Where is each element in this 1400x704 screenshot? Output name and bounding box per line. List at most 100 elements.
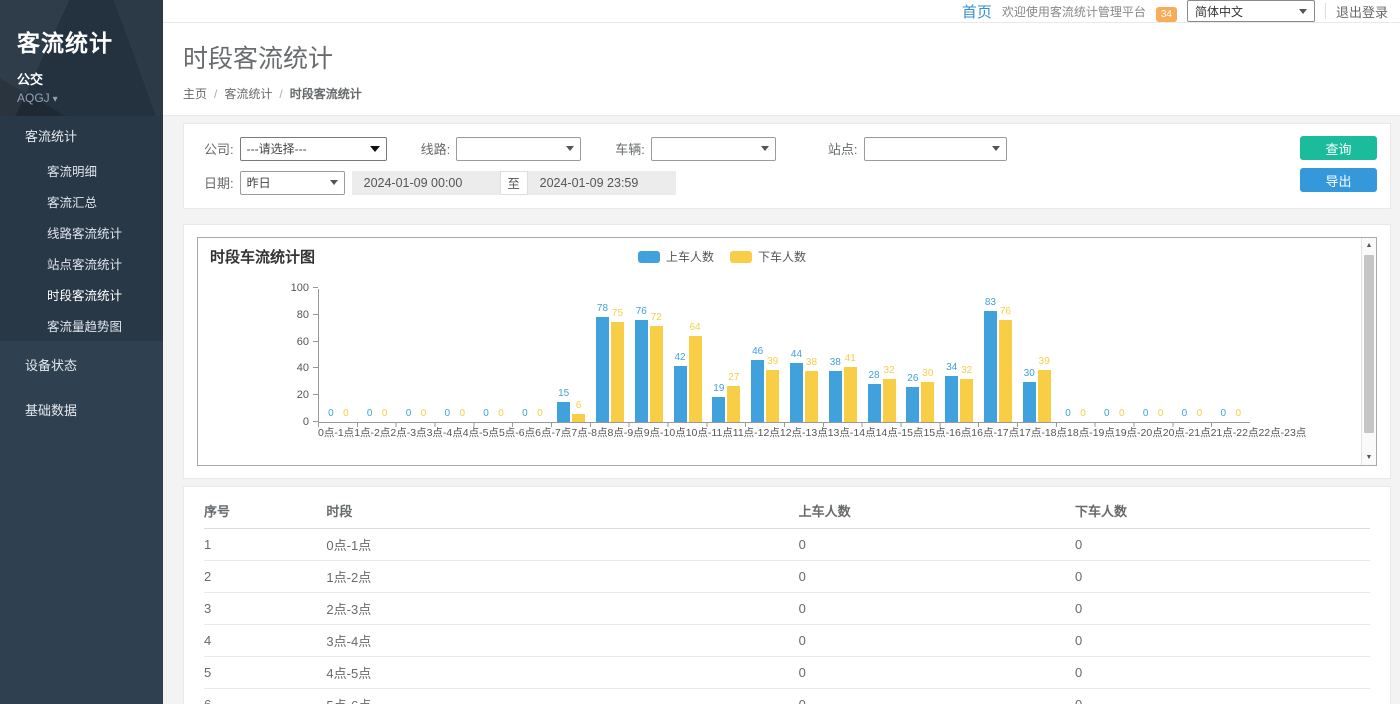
x-axis-label: 9点-10点 — [644, 427, 686, 440]
bar: 39 — [1038, 370, 1051, 422]
date-from-input[interactable]: 2024-01-09 00:00 — [352, 171, 500, 195]
x-axis-label: 3点-4点 — [427, 427, 463, 440]
table-body: 10点-1点0021点-2点0032点-3点0043点-4点0054点-5点00… — [204, 529, 1370, 704]
org-code-dropdown[interactable]: AQGJ▾ — [17, 91, 163, 105]
chart-plot: 0204060801000000000000001567875767242641… — [318, 289, 1250, 423]
bar-value-label: 0 — [1197, 408, 1203, 419]
table-cell: 0 — [799, 657, 1075, 689]
bar-value-label: 75 — [612, 308, 623, 319]
bar-value-label: 76 — [1000, 306, 1011, 317]
bar-value-label: 0 — [328, 408, 334, 419]
x-axis-label: 8点-9点 — [608, 427, 644, 440]
table-row: 43点-4点00 — [204, 625, 1370, 657]
sidebar-item[interactable]: 客流统计 — [0, 116, 163, 155]
breadcrumb-link[interactable]: 客流统计 — [224, 85, 272, 102]
bar-value-label: 0 — [445, 408, 451, 419]
topbar-divider — [1325, 3, 1326, 19]
chart-scrollbar[interactable]: ▲ ▼ — [1361, 238, 1376, 465]
chart-box: 时段车流统计图 上车人数下车人数 02040608010000000000000… — [197, 237, 1377, 466]
x-axis-label: 12点-13点 — [780, 427, 828, 440]
export-button[interactable]: 导出 — [1300, 168, 1377, 192]
table-header-cell: 时段 — [326, 491, 798, 529]
bar: 46 — [751, 360, 764, 422]
search-button[interactable]: 查询 — [1300, 136, 1377, 160]
page-heading: 时段客流统计 主页/客流统计/时段客流统计 — [163, 23, 1400, 116]
vehicle-select[interactable] — [651, 137, 776, 161]
table-cell: 0 — [799, 625, 1075, 657]
bar-value-label: 0 — [343, 408, 349, 419]
scroll-down-icon[interactable]: ▼ — [1362, 450, 1376, 465]
bar-value-label: 19 — [713, 383, 724, 394]
table-cell: 2点-3点 — [326, 593, 798, 625]
table-cell: 4 — [204, 625, 326, 657]
table-row: 10点-1点00 — [204, 529, 1370, 561]
x-axis-label: 11点-12点 — [733, 427, 780, 440]
sidebar-subitem[interactable]: 客流量趋势图 — [0, 310, 163, 341]
chevron-down-icon — [566, 146, 574, 151]
x-axis-label: 22点-23点 — [1258, 427, 1306, 440]
y-axis-tick — [313, 421, 318, 422]
bar-group: 00 — [397, 289, 436, 422]
sidebar-item[interactable]: 基础数据 — [0, 388, 163, 431]
bar-group: 00 — [1211, 289, 1250, 422]
bar-group: 4264 — [668, 289, 707, 422]
logout-link[interactable]: 退出登录 — [1336, 2, 1388, 21]
table-cell: 5 — [204, 657, 326, 689]
x-axis-label: 15点-16点 — [923, 427, 971, 440]
bar: 75 — [611, 322, 624, 423]
bar: 15 — [557, 402, 570, 422]
table-cell: 6 — [204, 689, 326, 704]
sidebar-subitem[interactable]: 客流明细 — [0, 155, 163, 186]
app-title: 客流统计 — [17, 24, 163, 58]
notification-badge[interactable]: 34 — [1156, 7, 1177, 22]
breadcrumb-link[interactable]: 主页 — [183, 85, 207, 102]
bar: 44 — [790, 363, 803, 422]
x-axis-label: 7点-8点 — [571, 427, 607, 440]
table-cell: 3点-4点 — [326, 625, 798, 657]
scrollbar-thumb[interactable] — [1364, 255, 1374, 433]
org-name: 公交 — [17, 69, 163, 88]
bar: 34 — [945, 376, 958, 422]
y-axis-label: 60 — [297, 336, 309, 348]
bar-group: 00 — [358, 289, 397, 422]
station-label: 站点: — [828, 139, 858, 158]
language-select[interactable]: 简体中文 — [1187, 0, 1315, 22]
table-cell: 5点-6点 — [326, 689, 798, 704]
sidebar-subitem[interactable]: 时段客流统计 — [0, 279, 163, 310]
bar: 76 — [635, 320, 648, 422]
table-row: 21点-2点00 — [204, 561, 1370, 593]
bar-value-label: 39 — [767, 356, 778, 367]
language-select-value: 简体中文 — [1195, 3, 1243, 20]
filter-row-1: 公司: ---请选择--- 线路: 车辆: 站点: — [204, 136, 1376, 161]
sidebar-subitem[interactable]: 客流汇总 — [0, 186, 163, 217]
scroll-up-icon[interactable]: ▲ — [1362, 238, 1376, 253]
bar-value-label: 0 — [367, 408, 373, 419]
bar: 76 — [999, 320, 1012, 422]
content: 公司: ---请选择--- 线路: 车辆: 站点: — [163, 116, 1400, 704]
company-select[interactable]: ---请选择--- — [240, 137, 387, 161]
vehicle-label: 车辆: — [615, 139, 645, 158]
chart-legend: 上车人数下车人数 — [198, 248, 1246, 265]
home-link[interactable]: 首页 — [962, 1, 992, 22]
sidebar-subitem[interactable]: 线路客流统计 — [0, 217, 163, 248]
bar: 19 — [712, 397, 725, 422]
bar-value-label: 30 — [922, 368, 933, 379]
x-axis-label: 6点-7点 — [535, 427, 571, 440]
station-select[interactable] — [864, 137, 1007, 161]
date-preset-select[interactable]: 昨日 — [240, 171, 345, 195]
table-row: 54点-5点00 — [204, 657, 1370, 689]
sidebar-item[interactable]: 设备状态 — [0, 343, 163, 386]
chevron-down-icon — [370, 146, 380, 152]
table-row: 32点-3点00 — [204, 593, 1370, 625]
data-table: 序号时段上车人数下车人数 10点-1点0021点-2点0032点-3点0043点… — [204, 491, 1370, 704]
date-to-input[interactable]: 2024-01-09 23:59 — [528, 171, 676, 195]
bar-group: 3841 — [823, 289, 862, 422]
sidebar-subitem[interactable]: 站点客流统计 — [0, 248, 163, 279]
bar-value-label: 64 — [690, 322, 701, 333]
table-cell: 0 — [799, 561, 1075, 593]
bar: 39 — [766, 370, 779, 422]
sidebar-brand-area: 客流统计 公交 AQGJ▾ — [0, 0, 163, 116]
bar-value-label: 34 — [946, 362, 957, 373]
line-select[interactable] — [456, 137, 581, 161]
bar-value-label: 30 — [1024, 368, 1035, 379]
